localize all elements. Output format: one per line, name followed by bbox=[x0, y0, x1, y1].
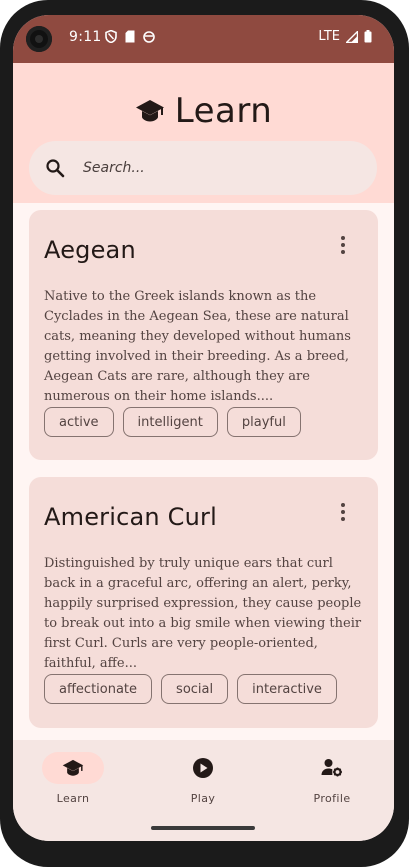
nav-label: Profile bbox=[313, 792, 351, 805]
screen: 9:11 LTE Learn Search... Aegean Native t… bbox=[13, 15, 394, 841]
graduation-cap-icon bbox=[62, 759, 84, 776]
tag-chip[interactable]: interactive bbox=[237, 674, 337, 704]
camera-cutout bbox=[26, 26, 52, 52]
tag-chip[interactable]: playful bbox=[226, 407, 301, 437]
network-label: LTE bbox=[318, 29, 340, 44]
nav-item-play[interactable]: Play bbox=[158, 752, 248, 805]
shield-icon bbox=[105, 30, 117, 43]
more-options-icon[interactable] bbox=[340, 236, 346, 254]
nav-item-profile[interactable]: Profile bbox=[287, 752, 377, 805]
tag-chip[interactable]: active bbox=[44, 407, 114, 437]
search-bar[interactable] bbox=[29, 141, 377, 195]
breed-card-aegean[interactable]: Aegean Native to the Greek islands known… bbox=[29, 210, 378, 460]
more-options-icon[interactable] bbox=[340, 503, 346, 521]
sd-card-icon bbox=[125, 30, 135, 43]
graduation-cap-icon bbox=[135, 100, 164, 122]
tag-list: active intelligent playful bbox=[44, 407, 301, 437]
battery-icon bbox=[364, 30, 372, 43]
bottom-navigation: Learn Play Profile bbox=[13, 740, 394, 841]
app-header: Learn bbox=[13, 63, 394, 203]
nav-indicator bbox=[42, 752, 104, 784]
status-time: 9:11 bbox=[69, 29, 102, 45]
notification-icons bbox=[105, 30, 155, 43]
status-bar: 9:11 LTE bbox=[13, 15, 394, 63]
play-circle-icon bbox=[193, 758, 213, 778]
breed-name: Aegean bbox=[44, 236, 136, 264]
search-icon bbox=[46, 159, 65, 178]
nav-label: Play bbox=[190, 792, 216, 805]
page-title-row: Learn bbox=[13, 91, 394, 131]
nav-item-learn[interactable]: Learn bbox=[28, 752, 118, 805]
system-icons: LTE bbox=[318, 29, 372, 44]
breed-description: Distinguished by truly unique ears that … bbox=[44, 556, 362, 671]
device-frame: 9:11 LTE Learn Search... Aegean Native t… bbox=[0, 0, 409, 867]
breed-card-american-curl[interactable]: American Curl Distinguished by truly uni… bbox=[29, 477, 378, 728]
tag-chip[interactable]: social bbox=[161, 674, 229, 704]
nav-indicator bbox=[172, 752, 234, 784]
nav-label: Learn bbox=[56, 792, 90, 805]
breed-description: Native to the Greek islands known as the… bbox=[44, 289, 351, 404]
home-indicator[interactable] bbox=[151, 826, 255, 830]
tag-chip[interactable]: affectionate bbox=[44, 674, 153, 704]
person-settings-icon bbox=[321, 759, 342, 777]
tag-chip[interactable]: intelligent bbox=[122, 407, 218, 437]
breed-name: American Curl bbox=[44, 503, 217, 531]
page-title: Learn bbox=[174, 91, 273, 131]
signal-icon bbox=[346, 30, 358, 43]
tag-list: affectionate social interactive bbox=[44, 674, 337, 704]
face-icon bbox=[143, 30, 155, 43]
nav-indicator bbox=[301, 752, 363, 784]
search-input[interactable] bbox=[81, 159, 355, 177]
